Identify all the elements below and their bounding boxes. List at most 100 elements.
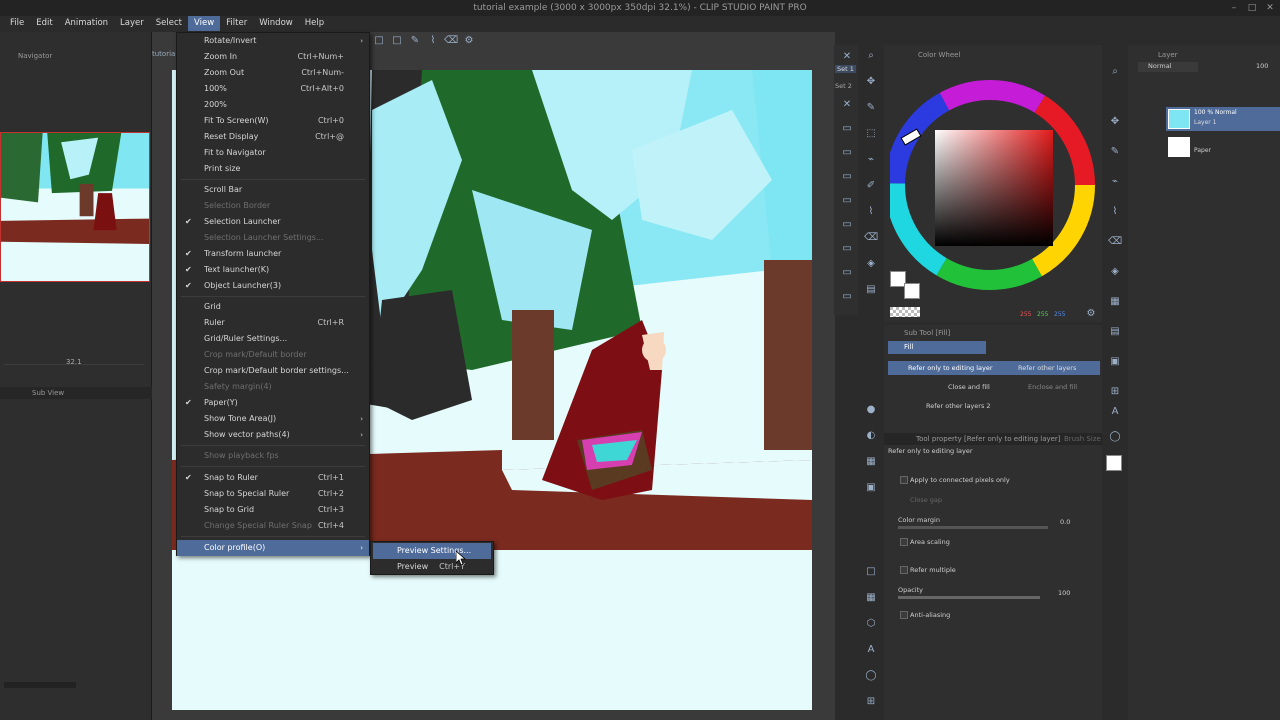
square-icon[interactable]: □: [372, 34, 386, 48]
sub-tool-tab[interactable]: Sub Tool [Fill]: [904, 327, 950, 339]
eraser-tool-icon[interactable]: ⌫: [864, 231, 878, 245]
window-icon-2[interactable]: ▭: [840, 146, 854, 160]
blend-mode-select[interactable]: Normal: [1138, 62, 1198, 72]
eraser-layer-icon[interactable]: ⌫: [1108, 235, 1122, 249]
fill-layer-icon[interactable]: ▦: [1108, 295, 1122, 309]
menu-color-profile[interactable]: Color profile(O) ›: [177, 540, 369, 556]
menu-show-tone-area[interactable]: Show Tone Area(J) ›: [177, 411, 369, 427]
menu-animation[interactable]: Animation: [59, 16, 114, 31]
layer-tab[interactable]: Layer: [1158, 49, 1178, 61]
settings-icon[interactable]: ⚙: [1084, 307, 1098, 321]
text-tool-icon[interactable]: A: [864, 643, 878, 657]
balloon-layer-icon[interactable]: ◯: [1108, 430, 1122, 444]
pen-layer-icon[interactable]: ✎: [1108, 145, 1122, 159]
sub-tool-item-refer-editing[interactable]: Refer only to editing layer Refer other …: [888, 361, 1100, 375]
grid-icon[interactable]: ▦: [864, 591, 878, 605]
menu-ruler[interactable]: Ruler Ctrl+R: [177, 315, 369, 331]
ruler-layer-icon[interactable]: ⊞: [1108, 385, 1122, 399]
pencil-icon[interactable]: ✐: [864, 179, 878, 193]
menu-text-launcher[interactable]: ✔ Text launcher(K): [177, 262, 369, 278]
frame-layer-icon[interactable]: ▣: [1108, 355, 1122, 369]
brush-layer-icon[interactable]: ⌇: [1108, 205, 1122, 219]
minimize-button[interactable]: –: [1228, 2, 1240, 14]
eyedropper-icon[interactable]: ⌁: [864, 153, 878, 167]
layer-icon[interactable]: ▦: [864, 455, 878, 469]
eraser-icon[interactable]: ⌫: [444, 34, 458, 48]
color-margin-value[interactable]: 0.0: [1060, 518, 1070, 526]
menu-filter[interactable]: Filter: [220, 16, 253, 31]
gradient-icon[interactable]: ▤: [864, 283, 878, 297]
layer-item-paper[interactable]: Paper: [1166, 135, 1280, 159]
brush-size-tab[interactable]: Brush Size: [1064, 433, 1101, 445]
shape-icon[interactable]: □: [864, 565, 878, 579]
balloon-icon[interactable]: ◯: [864, 669, 878, 683]
color-wheel[interactable]: [890, 75, 1100, 295]
opacity-value[interactable]: 100: [1058, 589, 1070, 597]
sub-tool-item-refer-other-2[interactable]: Refer other layers 2: [888, 399, 1100, 413]
fill-icon[interactable]: ◈: [864, 257, 878, 271]
tool-property-tab[interactable]: Tool property [Refer only to editing lay…: [916, 433, 1061, 445]
checkbox-connected-pixels[interactable]: [900, 476, 908, 484]
menu-view[interactable]: View: [187, 16, 221, 31]
checkbox-refer-multiple[interactable]: [900, 566, 908, 574]
menu-show-vector-paths[interactable]: Show vector paths(4) ›: [177, 427, 369, 443]
frame-icon[interactable]: ▣: [864, 481, 878, 495]
move-icon[interactable]: ✥: [864, 75, 878, 89]
window-icon-6[interactable]: ▭: [840, 242, 854, 256]
maximize-button[interactable]: □: [1246, 2, 1258, 14]
text-layer-icon[interactable]: A: [1108, 405, 1122, 419]
menu-window[interactable]: Window: [253, 16, 299, 31]
menu-select[interactable]: Select: [150, 16, 188, 31]
move-layer-icon[interactable]: ✥: [1108, 115, 1122, 129]
window-icon-7[interactable]: ▭: [840, 266, 854, 280]
selection-icon[interactable]: ⬚: [864, 127, 878, 141]
gradient-layer-icon[interactable]: ▤: [1108, 325, 1122, 339]
menu-scroll-bar[interactable]: Scroll Bar: [177, 182, 369, 198]
eyedropper-layer-icon[interactable]: ⌁: [1108, 175, 1122, 189]
sub-view-scrollbar[interactable]: [4, 682, 76, 688]
menu-preview-settings[interactable]: Preview Settings...: [373, 543, 491, 559]
pen-icon[interactable]: ✎: [408, 34, 422, 48]
layer-color-swatch[interactable]: [1106, 455, 1122, 471]
window-icon-5[interactable]: ▭: [840, 218, 854, 232]
window-icon-8[interactable]: ▭: [840, 290, 854, 304]
pen-tool-icon[interactable]: ✎: [864, 101, 878, 115]
navigator-preview[interactable]: [0, 132, 150, 282]
menu-snap-to-grid[interactable]: Snap to Grid Ctrl+3: [177, 502, 369, 518]
checkbox-anti-aliasing[interactable]: [900, 611, 908, 619]
transparent-swatch[interactable]: [890, 307, 920, 317]
opacity-slider[interactable]: [898, 596, 1040, 599]
sub-tool-item-close-fill[interactable]: Close and fill Enclose and fill: [888, 380, 1100, 394]
menu-snap-to-special-ruler[interactable]: Snap to Special Ruler Ctrl+2: [177, 486, 369, 502]
menu-100-percent[interactable]: 100% Ctrl+Alt+0: [177, 81, 369, 97]
menu-edit[interactable]: Edit: [30, 16, 58, 31]
layer-opacity-value[interactable]: 100: [1256, 62, 1268, 70]
menu-snap-to-ruler[interactable]: ✔ Snap to Ruler Ctrl+1: [177, 470, 369, 486]
menu-zoom-in[interactable]: Zoom In Ctrl+Num+: [177, 49, 369, 65]
zoom-icon[interactable]: ⌕: [864, 49, 878, 63]
sub-color-swatch[interactable]: [904, 283, 920, 299]
window-icon[interactable]: ▭: [840, 122, 854, 136]
menu-preview[interactable]: Preview Ctrl+Y: [371, 559, 493, 575]
window-icon-3[interactable]: ▭: [840, 170, 854, 184]
color-wheel-tab[interactable]: Color Wheel: [918, 49, 960, 61]
menu-selection-launcher[interactable]: ✔ Selection Launcher: [177, 214, 369, 230]
menu-print-size[interactable]: Print size: [177, 161, 369, 177]
canvas-tab[interactable]: tutorial: [152, 50, 177, 62]
checkbox-area-scaling[interactable]: [900, 538, 908, 546]
menu-200-percent[interactable]: 200%: [177, 97, 369, 113]
sub-view-tab[interactable]: Sub View: [32, 387, 64, 399]
menu-crop-mark-settings[interactable]: Crop mark/Default border settings...: [177, 363, 369, 379]
menu-grid-ruler-settings[interactable]: Grid/Ruler Settings...: [177, 331, 369, 347]
brush-tool-icon[interactable]: ⌇: [864, 205, 878, 219]
close-button[interactable]: ✕: [1264, 2, 1276, 14]
close-icon[interactable]: ✕: [840, 50, 854, 64]
menu-fit-to-screen[interactable]: Fit To Screen(W) Ctrl+0: [177, 113, 369, 129]
menu-layer[interactable]: Layer: [114, 16, 150, 31]
menu-help[interactable]: Help: [299, 16, 330, 31]
square-icon-2[interactable]: □: [390, 34, 404, 48]
close-icon-2[interactable]: ✕: [840, 98, 854, 112]
gear-icon[interactable]: ⚙: [462, 34, 476, 48]
menu-zoom-out[interactable]: Zoom Out Ctrl+Num-: [177, 65, 369, 81]
blend-icon[interactable]: ◈: [1108, 265, 1122, 279]
